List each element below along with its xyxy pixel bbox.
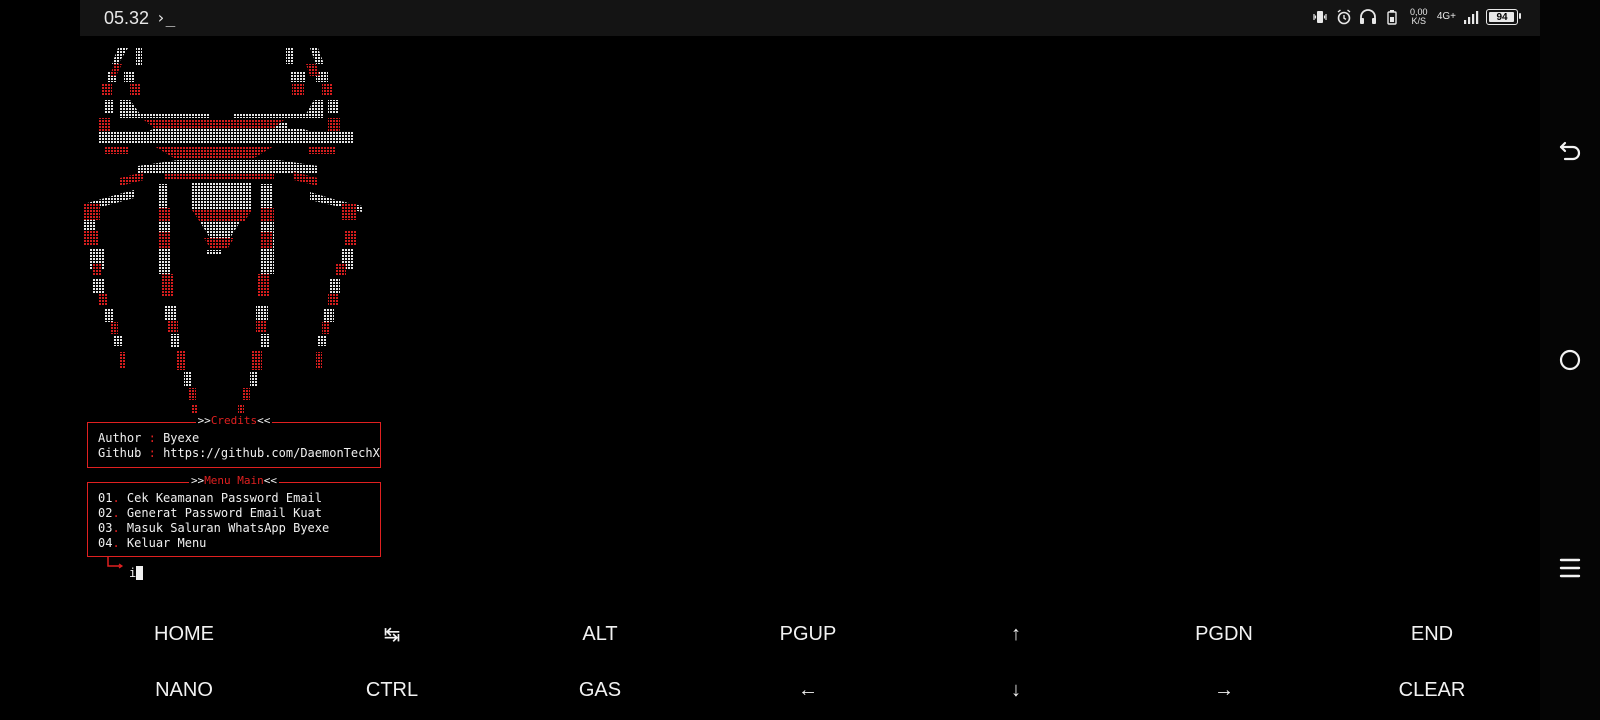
menu-item-number: 04 <box>98 536 113 550</box>
battery-saver-icon <box>1383 8 1401 26</box>
menu-icon[interactable] <box>1554 552 1586 584</box>
key-down-arrow[interactable]: ↓ <box>916 662 1116 718</box>
menu-title-text: Menu Main <box>204 474 264 487</box>
key-home[interactable]: HOME <box>84 606 284 662</box>
menu-item-label: Masuk Saluran WhatsApp Byexe <box>126 521 330 535</box>
menu-main-box: >>Menu Main<< 01. Cek Keamanan Password … <box>87 474 381 557</box>
key-right-arrow[interactable]: → <box>1124 662 1324 718</box>
key-ctrl[interactable]: CTRL <box>292 662 492 718</box>
menu-item-dot: . <box>112 521 120 535</box>
credits-title-suffix: << <box>257 414 271 427</box>
github-line: Github : https://github.com/DaemonTechX <box>98 446 380 461</box>
menu-item-label: Keluar Menu <box>126 536 207 550</box>
navigation-bar <box>1540 0 1600 720</box>
terminal-cursor <box>136 566 143 580</box>
key-clear[interactable]: CLEAR <box>1332 662 1532 718</box>
credits-box: >>Credits<< Author : Byexe Github : http… <box>87 414 381 468</box>
menu-title-prefix: >> <box>190 474 205 487</box>
key-end[interactable]: END <box>1332 606 1532 662</box>
credits-title-text: Credits <box>210 414 258 427</box>
github-label: Github <box>98 446 142 460</box>
network-type: 4G+ <box>1436 11 1456 22</box>
credits-title-prefix: >> <box>197 414 211 427</box>
screen: 05.32 ›_ 0,00 K/S 4G+ 94 >>Credits<< Aut… <box>80 0 1540 720</box>
vibrate-icon <box>1311 8 1329 26</box>
status-time: 05.32 <box>104 8 150 28</box>
author-separator: : <box>148 431 156 445</box>
menu-item-dot: . <box>112 536 120 550</box>
net-speed-unit: K/S <box>1411 16 1427 26</box>
menu-item[interactable]: 03. Masuk Saluran WhatsApp Byexe <box>98 521 329 536</box>
alarm-icon <box>1335 8 1353 26</box>
author-value: Byexe <box>163 431 200 445</box>
terminal-notification-icon: ›_ <box>156 8 176 27</box>
menu-item-label: Cek Keamanan Password Email <box>126 491 322 505</box>
home-circle-icon[interactable] <box>1554 344 1586 376</box>
key-nano[interactable]: NANO <box>84 662 284 718</box>
menu-item-number: 03 <box>98 521 113 535</box>
menu-item[interactable]: 02. Generat Password Email Kuat <box>98 506 322 521</box>
key-alt[interactable]: ALT <box>500 606 700 662</box>
key-pgup[interactable]: PGUP <box>708 606 908 662</box>
key-gas[interactable]: GAS <box>500 662 700 718</box>
spider-logo-ascii-art <box>84 48 362 414</box>
author-label: Author <box>98 431 142 445</box>
prompt-arrow-icon <box>107 556 124 569</box>
github-link[interactable]: https://github.com/DaemonTechX <box>163 446 380 460</box>
net-speed: 0,00 K/S <box>1407 8 1431 26</box>
menu-item[interactable]: 01. Cek Keamanan Password Email <box>98 491 322 506</box>
menu-item-label: Generat Password Email Kuat <box>126 506 322 520</box>
status-icons: 0,00 K/S 4G+ 94 <box>1311 8 1521 26</box>
menu-title: >>Menu Main<< <box>88 474 380 488</box>
status-bar: 05.32 ›_ 0,00 K/S 4G+ 94 <box>80 0 1540 36</box>
author-line: Author : Byexe <box>98 431 199 446</box>
key-pgdn[interactable]: PGDN <box>1124 606 1324 662</box>
key-left-arrow[interactable]: ← <box>708 662 908 718</box>
github-separator: : <box>148 446 156 460</box>
back-icon[interactable] <box>1554 134 1586 166</box>
key-tab[interactable]: ↹ <box>292 606 492 662</box>
left-bezel <box>0 0 80 720</box>
menu-item-dot: . <box>112 506 120 520</box>
headphones-icon <box>1359 8 1377 26</box>
battery-level: 94 <box>1496 11 1508 23</box>
menu-item-number: 01 <box>98 491 113 505</box>
terminal-view[interactable]: >>Credits<< Author : Byexe Github : http… <box>80 36 1540 606</box>
menu-title-suffix: << <box>263 474 278 487</box>
credits-title: >>Credits<< <box>88 414 380 428</box>
signal-icon <box>1462 8 1480 26</box>
battery-indicator: 94 <box>1486 9 1521 25</box>
menu-item-number: 02 <box>98 506 113 520</box>
menu-item[interactable]: 04. Keluar Menu <box>98 536 206 551</box>
menu-item-dot: . <box>112 491 120 505</box>
extra-keys-bar: HOME ↹ ALT PGUP ↑ PGDN END NANO CTRL GAS… <box>80 606 1540 720</box>
key-up-arrow[interactable]: ↑ <box>916 606 1116 662</box>
